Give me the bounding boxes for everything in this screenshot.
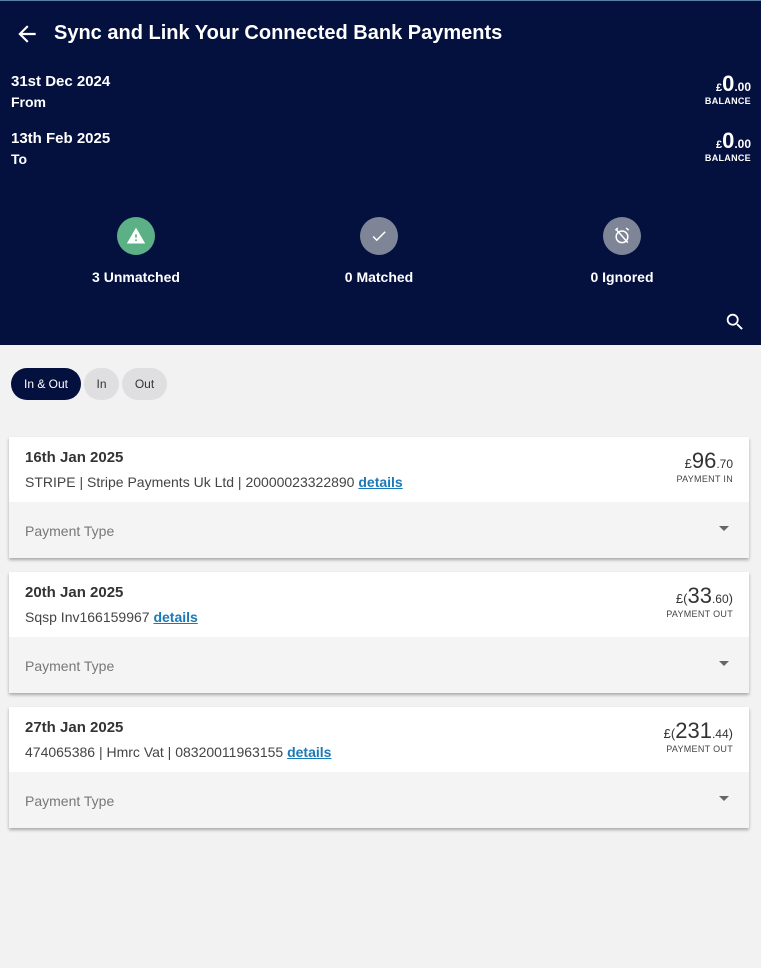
payment-type-select[interactable]: Payment Type — [9, 772, 749, 828]
transaction-date: 20th Jan 2025 — [25, 584, 124, 601]
stat-label: 0 Ignored — [590, 269, 654, 285]
amount-caption: PAYMENT OUT — [666, 609, 733, 619]
alarm-off-icon — [603, 217, 641, 255]
dropdown-arrow-icon — [719, 661, 729, 666]
from-balance: £0.00 BALANCE — [704, 71, 751, 107]
amount-caption: PAYMENT OUT — [666, 744, 733, 754]
transaction-description: Sqsp Inv166159967 details — [25, 609, 198, 625]
filter-chips: In & Out In Out — [11, 368, 167, 400]
to-label: To — [11, 151, 28, 167]
to-row: 13th Feb 2025 To £0.00 BALANCE — [11, 128, 751, 168]
amount-major: 33 — [687, 583, 712, 608]
from-row: 31st Dec 2024 From £0.00 BALANCE — [11, 71, 751, 111]
amount-major: 96 — [691, 448, 717, 473]
details-link[interactable]: details — [153, 609, 197, 625]
filter-in-and-out[interactable]: In & Out — [11, 368, 81, 400]
description-text: 474065386 | Hmrc Vat | 08320011963155 — [25, 744, 284, 760]
amount-minor: .60 — [711, 592, 729, 606]
transaction-date: 27th Jan 2025 — [25, 719, 124, 736]
from-label: From — [11, 94, 46, 110]
amount-minor: .44 — [711, 727, 729, 741]
amount-close: ) — [728, 591, 733, 606]
amount-close: ) — [728, 726, 733, 741]
stat-ignored[interactable]: 0 Ignored — [542, 217, 702, 285]
currency-symbol: £ — [663, 726, 671, 741]
top-bar: Sync and Link Your Connected Bank Paymen… — [0, 1, 761, 67]
balance-major: 0 — [722, 71, 735, 96]
balance-major: 0 — [722, 128, 735, 153]
details-link[interactable]: details — [287, 744, 331, 760]
dropdown-arrow-icon — [719, 526, 729, 531]
transaction-amount: £(33.60) PAYMENT OUT — [666, 583, 733, 620]
from-date: 31st Dec 2024 — [11, 73, 111, 90]
header: Sync and Link Your Connected Bank Paymen… — [0, 0, 761, 345]
dropdown-arrow-icon — [719, 796, 729, 801]
amount-caption: PAYMENT IN — [676, 474, 733, 484]
stat-label: 3 Unmatched — [92, 269, 180, 285]
payment-type-label: Payment Type — [25, 523, 115, 539]
filter-in[interactable]: In — [84, 368, 119, 400]
transaction-card: 27th Jan 2025 474065386 | Hmrc Vat | 083… — [9, 707, 749, 828]
payment-type-select[interactable]: Payment Type — [9, 637, 749, 693]
transaction-amount: £96.70 PAYMENT IN — [676, 448, 733, 485]
details-link[interactable]: details — [358, 474, 402, 490]
stat-matched[interactable]: 0 Matched — [299, 217, 459, 285]
stat-label: 0 Matched — [344, 269, 414, 285]
back-arrow-icon[interactable] — [14, 21, 40, 47]
currency-symbol: £ — [684, 456, 692, 471]
balance-caption: BALANCE — [704, 153, 751, 163]
stat-unmatched[interactable]: 3 Unmatched — [56, 217, 216, 285]
payment-type-select[interactable]: Payment Type — [9, 502, 749, 558]
warning-icon — [117, 217, 155, 255]
transaction-card: 20th Jan 2025 Sqsp Inv166159967 details … — [9, 572, 749, 693]
check-icon — [360, 217, 398, 255]
transaction-amount: £(231.44) PAYMENT OUT — [663, 718, 733, 755]
payment-type-label: Payment Type — [25, 793, 115, 809]
search-icon[interactable] — [724, 311, 746, 333]
payment-type-label: Payment Type — [25, 658, 115, 674]
amount-minor: .70 — [716, 457, 733, 471]
page-title: Sync and Link Your Connected Bank Paymen… — [54, 22, 503, 44]
to-date: 13th Feb 2025 — [11, 130, 111, 147]
balance-minor: .00 — [734, 137, 751, 151]
transaction-description: 474065386 | Hmrc Vat | 08320011963155 de… — [25, 744, 331, 760]
description-text: Sqsp Inv166159967 — [25, 609, 150, 625]
balance-minor: .00 — [734, 80, 751, 94]
balance-caption: BALANCE — [704, 96, 751, 106]
to-balance: £0.00 BALANCE — [704, 128, 751, 164]
transaction-description: STRIPE | Stripe Payments Uk Ltd | 200000… — [25, 474, 403, 490]
amount-major: 231 — [675, 718, 712, 743]
filter-out[interactable]: Out — [122, 368, 167, 400]
transaction-card: 16th Jan 2025 STRIPE | Stripe Payments U… — [9, 437, 749, 558]
description-text: STRIPE | Stripe Payments Uk Ltd | 200000… — [25, 474, 355, 490]
transaction-date: 16th Jan 2025 — [25, 449, 124, 466]
